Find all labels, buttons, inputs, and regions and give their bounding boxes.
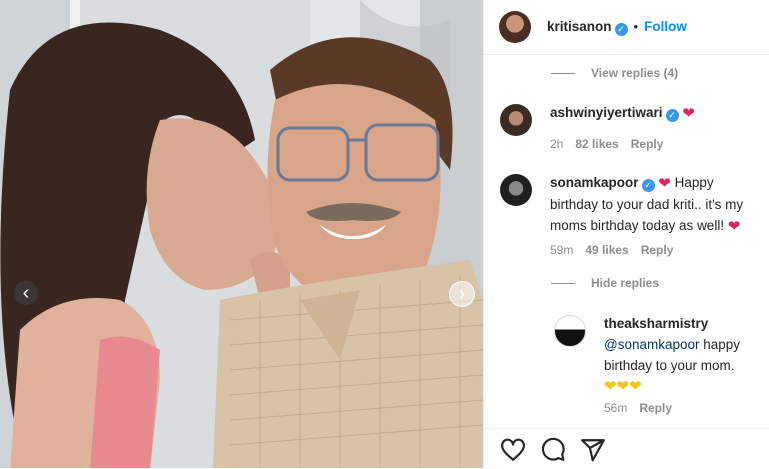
red-heart-emoji-icon: ❤	[682, 105, 695, 122]
commenter-avatar[interactable]	[500, 174, 532, 206]
author-username[interactable]: kritisanon	[547, 19, 612, 34]
view-replies-label: View replies (4)	[591, 66, 679, 80]
reply-text-b: birthday to your mom.	[604, 358, 735, 373]
comment-body: sonamkapoor ✓ ❤ Happy birthday to your da…	[550, 172, 762, 237]
comment-icon[interactable]	[540, 437, 566, 463]
divider-line	[551, 283, 575, 285]
reply-body: theaksharmistry @sonamkapoor happy birth…	[604, 313, 764, 397]
comment-meta: 59m 49 likes Reply	[550, 243, 685, 257]
verified-badge-icon: ✓	[614, 23, 628, 36]
reply-meta: 56m Reply	[604, 401, 684, 415]
post-action-bar	[484, 428, 769, 469]
reply-button[interactable]: Reply	[641, 243, 674, 257]
heart-icon[interactable]	[500, 437, 526, 463]
post-photo[interactable]: ‹ ›	[0, 0, 483, 468]
view-replies-button[interactable]: View replies (4)	[551, 66, 678, 80]
divider-line	[551, 73, 575, 75]
yellow-heart-emoji-icon: ❤❤❤	[604, 378, 642, 395]
reply-button[interactable]: Reply	[639, 401, 672, 415]
next-photo-button[interactable]: ›	[449, 281, 475, 307]
comment-text-line3: moms birthday today as well!	[550, 218, 725, 233]
header-separator: •	[633, 19, 639, 34]
previous-photo-button[interactable]: ‹	[14, 281, 38, 305]
follow-button[interactable]: Follow	[644, 19, 687, 34]
comment-text-line2: birthday to your dad kriti.. it's my	[550, 197, 744, 212]
comment-likes[interactable]: 49 likes	[585, 243, 628, 257]
chevron-left-icon: ‹	[22, 282, 30, 304]
reply-avatar[interactable]	[554, 315, 586, 347]
comment-text-line1: Happy	[674, 175, 714, 190]
reply-time: 56m	[604, 401, 628, 415]
reply-button[interactable]: Reply	[631, 137, 664, 151]
hide-replies-button[interactable]: Hide replies	[551, 276, 659, 290]
post-photo-illustration	[0, 0, 483, 468]
verified-badge-icon: ✓	[665, 109, 679, 122]
commenter-avatar[interactable]	[500, 104, 532, 136]
comment-time: 2h	[550, 137, 564, 151]
reply-username[interactable]: theaksharmistry	[604, 316, 708, 331]
post-header: kritisanon ✓ • Follow	[484, 0, 769, 55]
post-side-panel: kritisanon ✓ • Follow View replies (4) ashw…	[483, 0, 769, 468]
comment-likes[interactable]: 82 likes	[575, 137, 618, 151]
red-heart-emoji-icon: ❤	[658, 175, 671, 192]
commenter-username[interactable]: sonamkapoor	[550, 175, 639, 190]
red-heart-emoji-icon: ❤	[727, 218, 741, 235]
comment-meta: 2h 82 likes Reply	[550, 137, 675, 151]
share-icon[interactable]	[580, 437, 606, 463]
hide-replies-label: Hide replies	[591, 276, 660, 290]
commenter-username[interactable]: ashwinyiyertiwari	[550, 105, 663, 120]
comment-body: ashwinyiyertiwari ✓ ❤	[550, 102, 695, 124]
verified-badge-icon: ✓	[641, 179, 655, 192]
mention-link[interactable]: @sonamkapoor	[604, 337, 700, 352]
reply-text-a: happy	[699, 337, 741, 352]
author-avatar[interactable]	[499, 11, 531, 43]
comment-time: 59m	[550, 243, 574, 257]
chevron-right-icon: ›	[458, 283, 466, 305]
